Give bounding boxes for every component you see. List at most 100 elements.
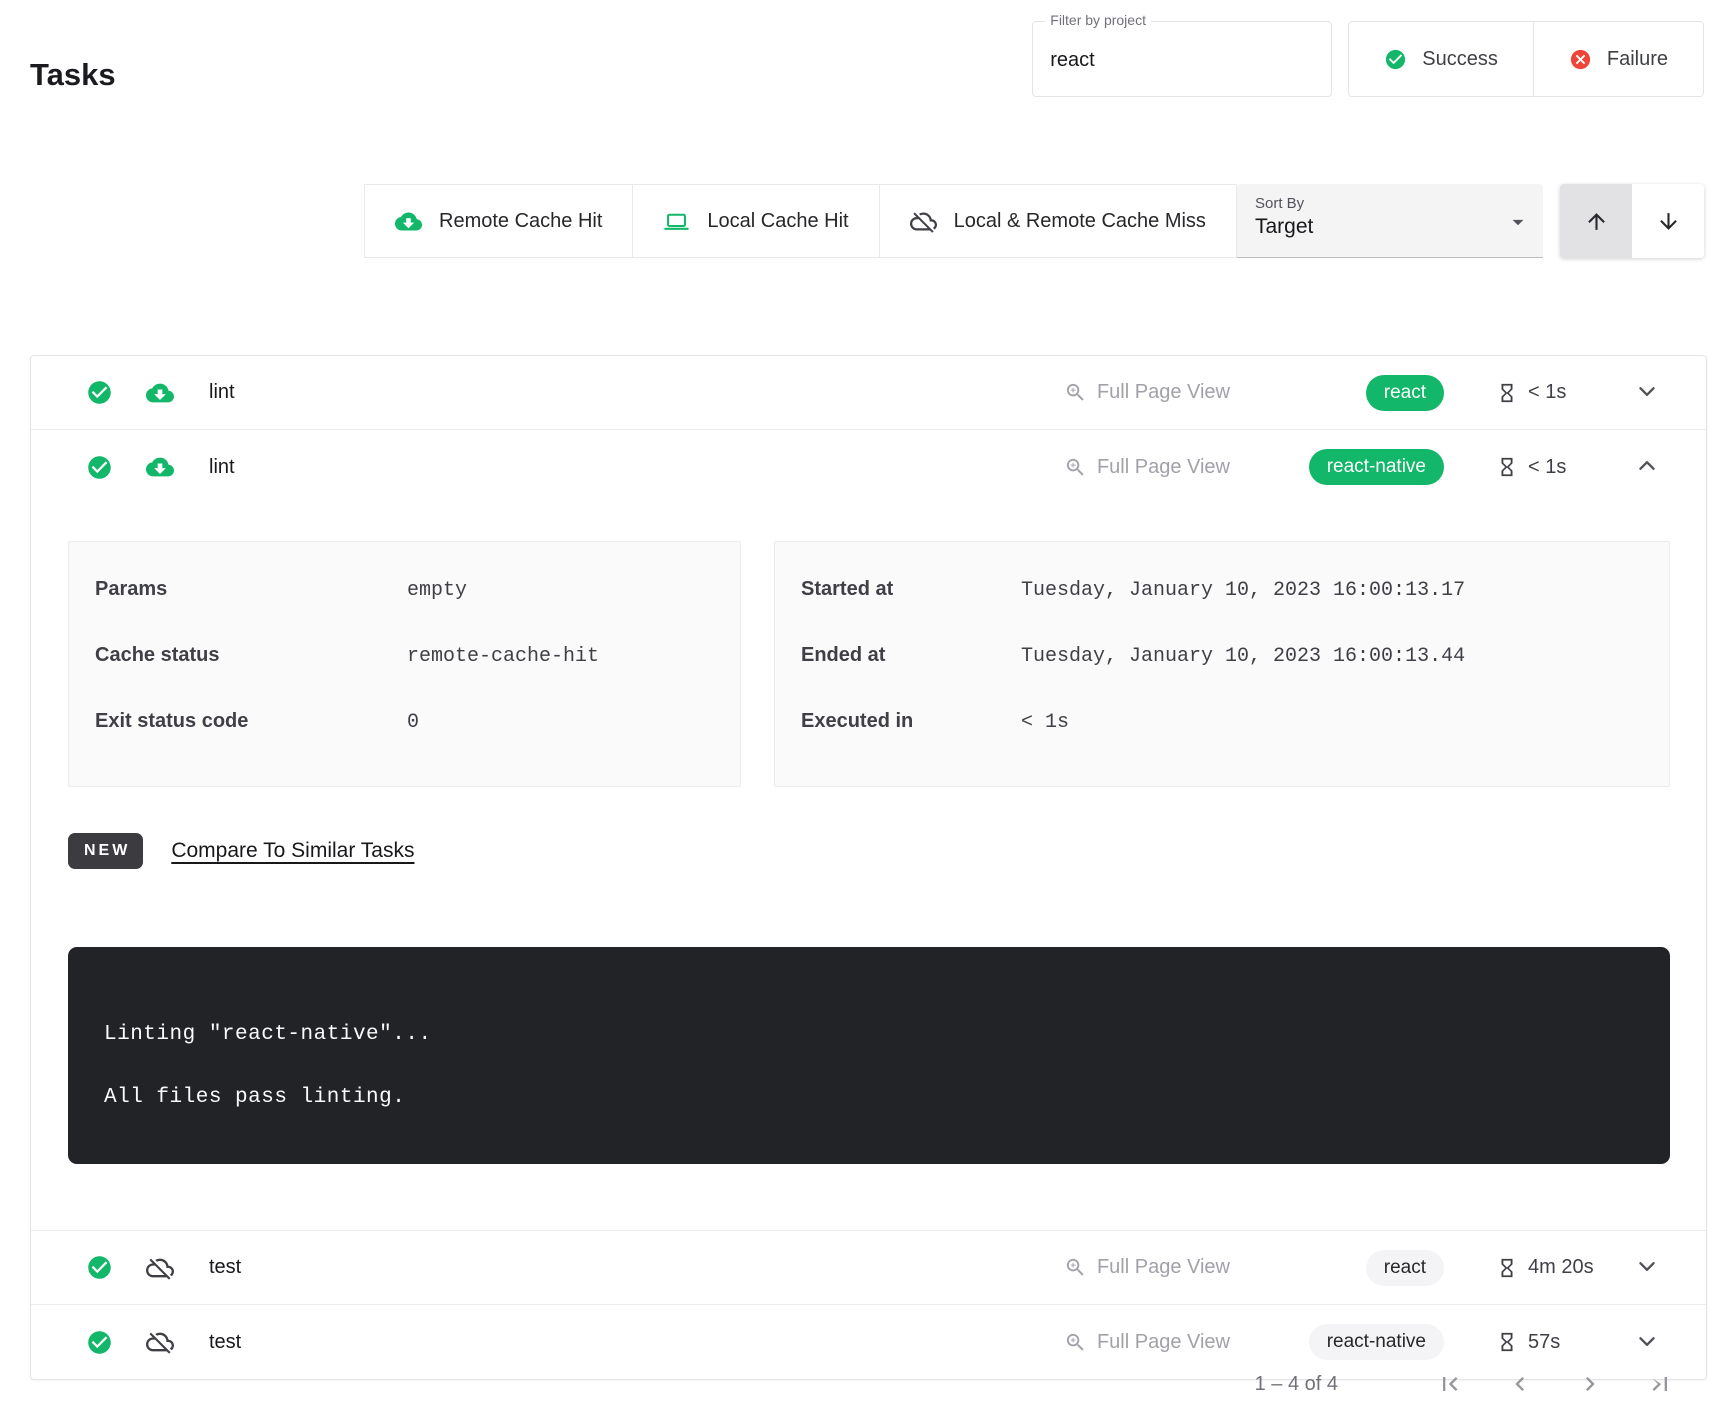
full-page-view-button[interactable]: Full Page View [1058,455,1236,480]
project-filter-input[interactable] [1048,48,1308,73]
remote-cache-hit-icon [146,453,174,481]
chevron-up-icon [1634,453,1660,479]
expand-row-button[interactable] [1630,1249,1664,1286]
first-page-button[interactable] [1434,1368,1466,1400]
cache-miss-label: Local & Remote Cache Miss [954,210,1206,233]
failure-filter-button[interactable]: Failure [1533,22,1703,96]
success-filter-label: Success [1422,48,1498,71]
task-duration: 57s [1496,1331,1626,1354]
params-label: Params [95,578,407,601]
task-duration-label: 4m 20s [1528,1256,1594,1279]
task-duration: < 1s [1496,456,1626,479]
ended-at-value: Tuesday, January 10, 2023 16:00:13.44 [1021,645,1465,668]
task-duration: < 1s [1496,381,1626,404]
compare-to-similar-tasks-link[interactable]: Compare To Similar Tasks [171,839,414,863]
remote-cache-hit-filter-button[interactable]: Remote Cache Hit [365,185,632,257]
local-cache-hit-filter-button[interactable]: Local Cache Hit [632,185,878,257]
cloud-download-icon [395,208,422,235]
previous-page-button[interactable] [1504,1368,1536,1400]
collapse-row-button[interactable] [1630,449,1664,486]
task-name: test [209,1331,241,1354]
pagination-range-label: 1 – 4 of 4 [1255,1373,1338,1396]
success-status-icon [86,454,113,481]
cache-miss-icon [146,1328,174,1356]
expand-row-button[interactable] [1630,374,1664,411]
task-name: lint [209,381,235,404]
task-duration-label: 57s [1528,1331,1560,1354]
terminal-output: Linting "react-native"... All files pass… [68,947,1670,1164]
hourglass-icon [1496,456,1518,478]
row-actions: Full Page View react 4m 20s [1058,1249,1664,1286]
cache-miss-icon [146,1254,174,1282]
row-actions: Full Page View react-native 57s [1058,1324,1664,1361]
row-actions: Full Page View react-native < 1s [1058,449,1664,486]
hourglass-icon [1496,1257,1518,1279]
next-page-button[interactable] [1574,1368,1606,1400]
success-status-icon [86,379,113,406]
task-row-lint-react: lint Full Page View react < 1s [31,356,1706,430]
project-badge[interactable]: react [1366,1250,1444,1286]
last-page-button[interactable] [1644,1368,1676,1400]
compare-row: NEW Compare To Similar Tasks [68,833,1670,869]
task-duration: 4m 20s [1496,1256,1626,1279]
full-page-view-label: Full Page View [1097,456,1230,479]
executed-in-label: Executed in [801,710,1021,733]
pagination: 1 – 4 of 4 [1255,1368,1676,1400]
chevron-down-icon [1634,1253,1660,1279]
zoom-in-icon [1064,381,1087,404]
local-cache-hit-label: Local Cache Hit [707,210,848,233]
task-params-box: Params empty Cache status remote-cache-h… [68,541,741,787]
executed-in-value: < 1s [1021,711,1069,734]
chevron-right-icon [1576,1370,1604,1398]
exit-code-value: 0 [407,711,419,734]
header-controls: Filter by project Success Failure [1032,21,1704,97]
full-page-view-label: Full Page View [1097,1331,1230,1354]
chevron-down-icon [1634,1328,1660,1354]
started-at-label: Started at [801,578,1021,601]
zoom-in-icon [1064,1256,1087,1279]
x-circle-icon [1569,48,1592,71]
project-badge[interactable]: react-native [1309,449,1444,485]
success-filter-button[interactable]: Success [1349,22,1533,96]
sort-descending-button[interactable] [1632,184,1704,258]
new-badge: NEW [68,833,143,869]
sort-by-select[interactable]: Sort By Target [1237,184,1543,258]
full-page-view-button[interactable]: Full Page View [1058,1255,1236,1280]
laptop-icon [663,208,690,235]
task-timing-box: Started at Tuesday, January 10, 2023 16:… [774,541,1670,787]
toolbar: Remote Cache Hit Local Cache Hit Local &… [364,184,1704,258]
project-badge[interactable]: react [1366,375,1444,411]
cache-miss-filter-button[interactable]: Local & Remote Cache Miss [879,185,1236,257]
check-circle-icon [1384,48,1407,71]
row-actions: Full Page View react < 1s [1058,374,1664,411]
arrow-up-icon [1584,209,1609,234]
arrow-down-icon [1656,209,1681,234]
caret-down-icon [1505,209,1531,235]
sort-ascending-button[interactable] [1560,184,1632,258]
hourglass-icon [1496,382,1518,404]
zoom-in-icon [1064,1331,1087,1354]
full-page-view-button[interactable]: Full Page View [1058,380,1236,405]
task-duration-label: < 1s [1528,381,1566,404]
sort-by-value: Target [1255,215,1525,239]
zoom-in-icon [1064,456,1087,479]
cache-status-label: Cache status [95,644,407,667]
task-row-test-react: test Full Page View react 4m 20s [31,1231,1706,1305]
expand-row-button[interactable] [1630,1324,1664,1361]
project-filter-field: Filter by project [1032,21,1332,97]
remote-cache-hit-label: Remote Cache Hit [439,210,602,233]
status-filter-group: Success Failure [1348,21,1704,97]
chevron-down-icon [1634,378,1660,404]
started-at-value: Tuesday, January 10, 2023 16:00:13.17 [1021,579,1465,602]
task-duration-label: < 1s [1528,456,1566,479]
chevron-left-icon [1506,1370,1534,1398]
project-badge[interactable]: react-native [1309,1324,1444,1360]
first-page-icon [1436,1370,1464,1398]
full-page-view-button[interactable]: Full Page View [1058,1330,1236,1355]
remote-cache-hit-icon [146,379,174,407]
task-list: lint Full Page View react < 1s [30,355,1707,1380]
cloud-off-icon [910,208,937,235]
task-name: test [209,1256,241,1279]
task-row-lint-react-native: lint Full Page View react-native < 1s [31,430,1706,504]
task-name: lint [209,456,235,479]
